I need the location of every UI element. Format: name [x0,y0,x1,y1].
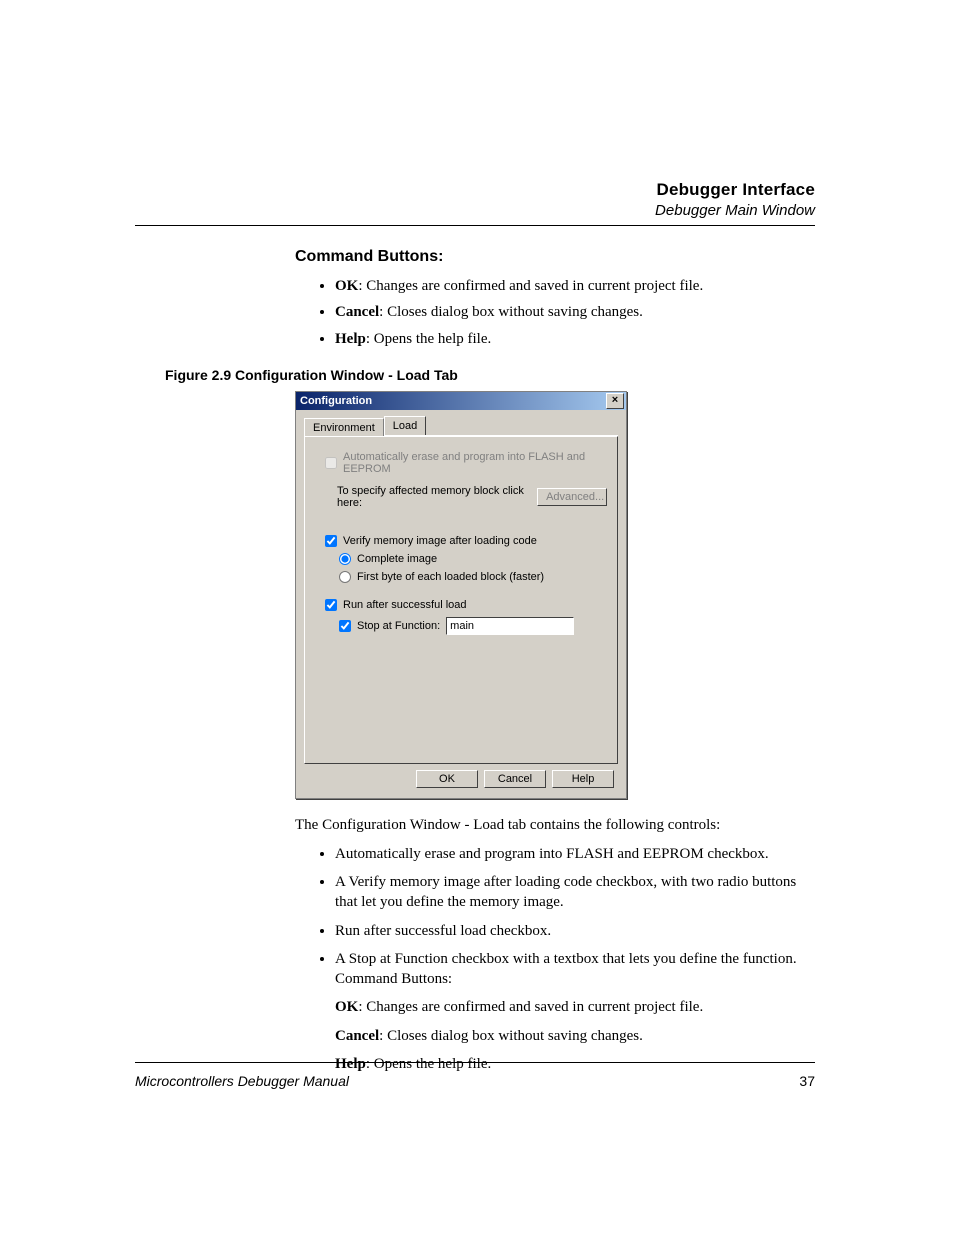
cancel-bold: Cancel [335,1028,379,1044]
list-item: Cancel: Closes dialog box without saving… [335,302,815,322]
cmd-name: Cancel [335,304,379,320]
cancel-button[interactable]: Cancel [484,770,546,788]
cmd-desc: : Opens the help file. [366,331,491,347]
tab-environment[interactable]: Environment [304,418,384,437]
cancel-desc: : Closes dialog box without saving chang… [379,1028,643,1044]
stop-at-input[interactable] [446,617,574,635]
ok-desc: : Changes are confirmed and saved in cur… [358,999,703,1015]
ok-button[interactable]: OK [416,770,478,788]
list-item: OK: Changes are confirmed and saved in c… [335,276,815,296]
tab-load[interactable]: Load [384,416,426,435]
auto-erase-label: Automatically erase and program into FLA… [343,451,607,475]
list-item: A Verify memory image after loading code… [335,872,815,913]
header-subtitle: Debugger Main Window [135,202,815,219]
verify-checkbox[interactable] [325,535,337,547]
header-title: Debugger Interface [135,180,815,200]
section-heading: Command Buttons: [295,248,815,266]
dialog-title: Configuration [300,395,372,407]
command-buttons-list: OK: Changes are confirmed and saved in c… [335,276,815,349]
first-byte-label: First byte of each loaded block (faster) [357,571,544,583]
first-byte-radio[interactable] [339,571,351,583]
tab-strip: Environment Load [304,416,618,436]
ok-bold: OK [335,999,358,1015]
dialog-button-row: OK Cancel Help [304,764,618,790]
list-item: A Stop at Function checkbox with a textb… [335,949,815,1074]
close-icon[interactable]: × [606,393,624,409]
cmd-name: OK [335,278,358,294]
list-item: Run after successful load checkbox. [335,921,815,941]
auto-erase-checkbox[interactable] [325,457,337,469]
verify-label: Verify memory image after loading code [343,535,537,547]
cmd-desc: : Closes dialog box without saving chang… [379,304,643,320]
complete-image-radio[interactable] [339,553,351,565]
header-rule [135,225,815,226]
stop-at-label: Stop at Function: [357,620,440,632]
page-number: 37 [799,1073,815,1089]
desc-intro: The Configuration Window - Load tab cont… [295,817,815,834]
configuration-dialog: Configuration × Environment Load Automat… [295,391,627,799]
specify-memory-label: To specify affected memory block click h… [337,485,529,509]
footer-manual: Microcontrollers Debugger Manual [135,1073,349,1089]
desc-list: Automatically erase and program into FLA… [335,844,815,1074]
complete-image-label: Complete image [357,553,437,565]
cmd-name: Help [335,331,366,347]
stop-at-checkbox[interactable] [339,620,351,632]
tab-panel-load: Automatically erase and program into FLA… [304,436,618,764]
list-item: Help: Opens the help file. [335,329,815,349]
list-item: Automatically erase and program into FLA… [335,844,815,864]
figure-caption: Figure 2.9 Configuration Window - Load T… [165,367,815,383]
titlebar: Configuration × [296,392,626,410]
run-after-checkbox[interactable] [325,599,337,611]
cmd-desc: : Changes are confirmed and saved in cur… [358,278,703,294]
advanced-button[interactable]: Advanced... [537,488,607,506]
run-after-label: Run after successful load [343,599,467,611]
footer-rule [135,1062,815,1063]
help-button[interactable]: Help [552,770,614,788]
stop-at-desc: A Stop at Function checkbox with a textb… [335,951,797,987]
